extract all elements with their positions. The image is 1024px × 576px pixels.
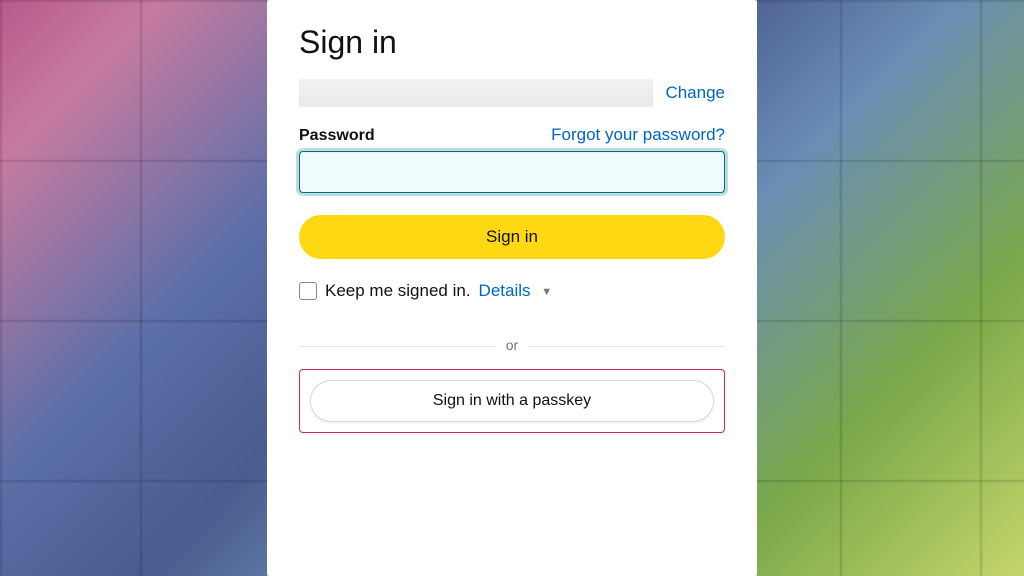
keep-signed-label: Keep me signed in. (325, 281, 471, 301)
email-row: Change (299, 79, 725, 107)
keep-signed-details-link[interactable]: Details ▼ (479, 281, 553, 301)
signin-card: Sign in Change Password Forgot your pass… (267, 0, 757, 576)
change-email-link[interactable]: Change (665, 83, 725, 103)
keep-signed-checkbox[interactable] (299, 282, 317, 300)
keep-signed-row: Keep me signed in. Details ▼ (299, 281, 725, 301)
chevron-down-icon: ▼ (541, 286, 552, 298)
password-label-row: Password Forgot your password? (299, 125, 725, 145)
passkey-signin-button[interactable]: Sign in with a passkey (310, 380, 714, 422)
email-display-redacted (299, 79, 653, 107)
divider: or (299, 337, 725, 355)
password-label: Password (299, 127, 375, 145)
divider-label: or (496, 337, 528, 353)
details-text: Details (479, 281, 531, 300)
passkey-highlight-box: Sign in with a passkey (299, 369, 725, 433)
forgot-password-link[interactable]: Forgot your password? (551, 125, 725, 145)
signin-button[interactable]: Sign in (299, 215, 725, 259)
password-input[interactable] (299, 151, 725, 193)
page-title: Sign in (299, 24, 725, 61)
